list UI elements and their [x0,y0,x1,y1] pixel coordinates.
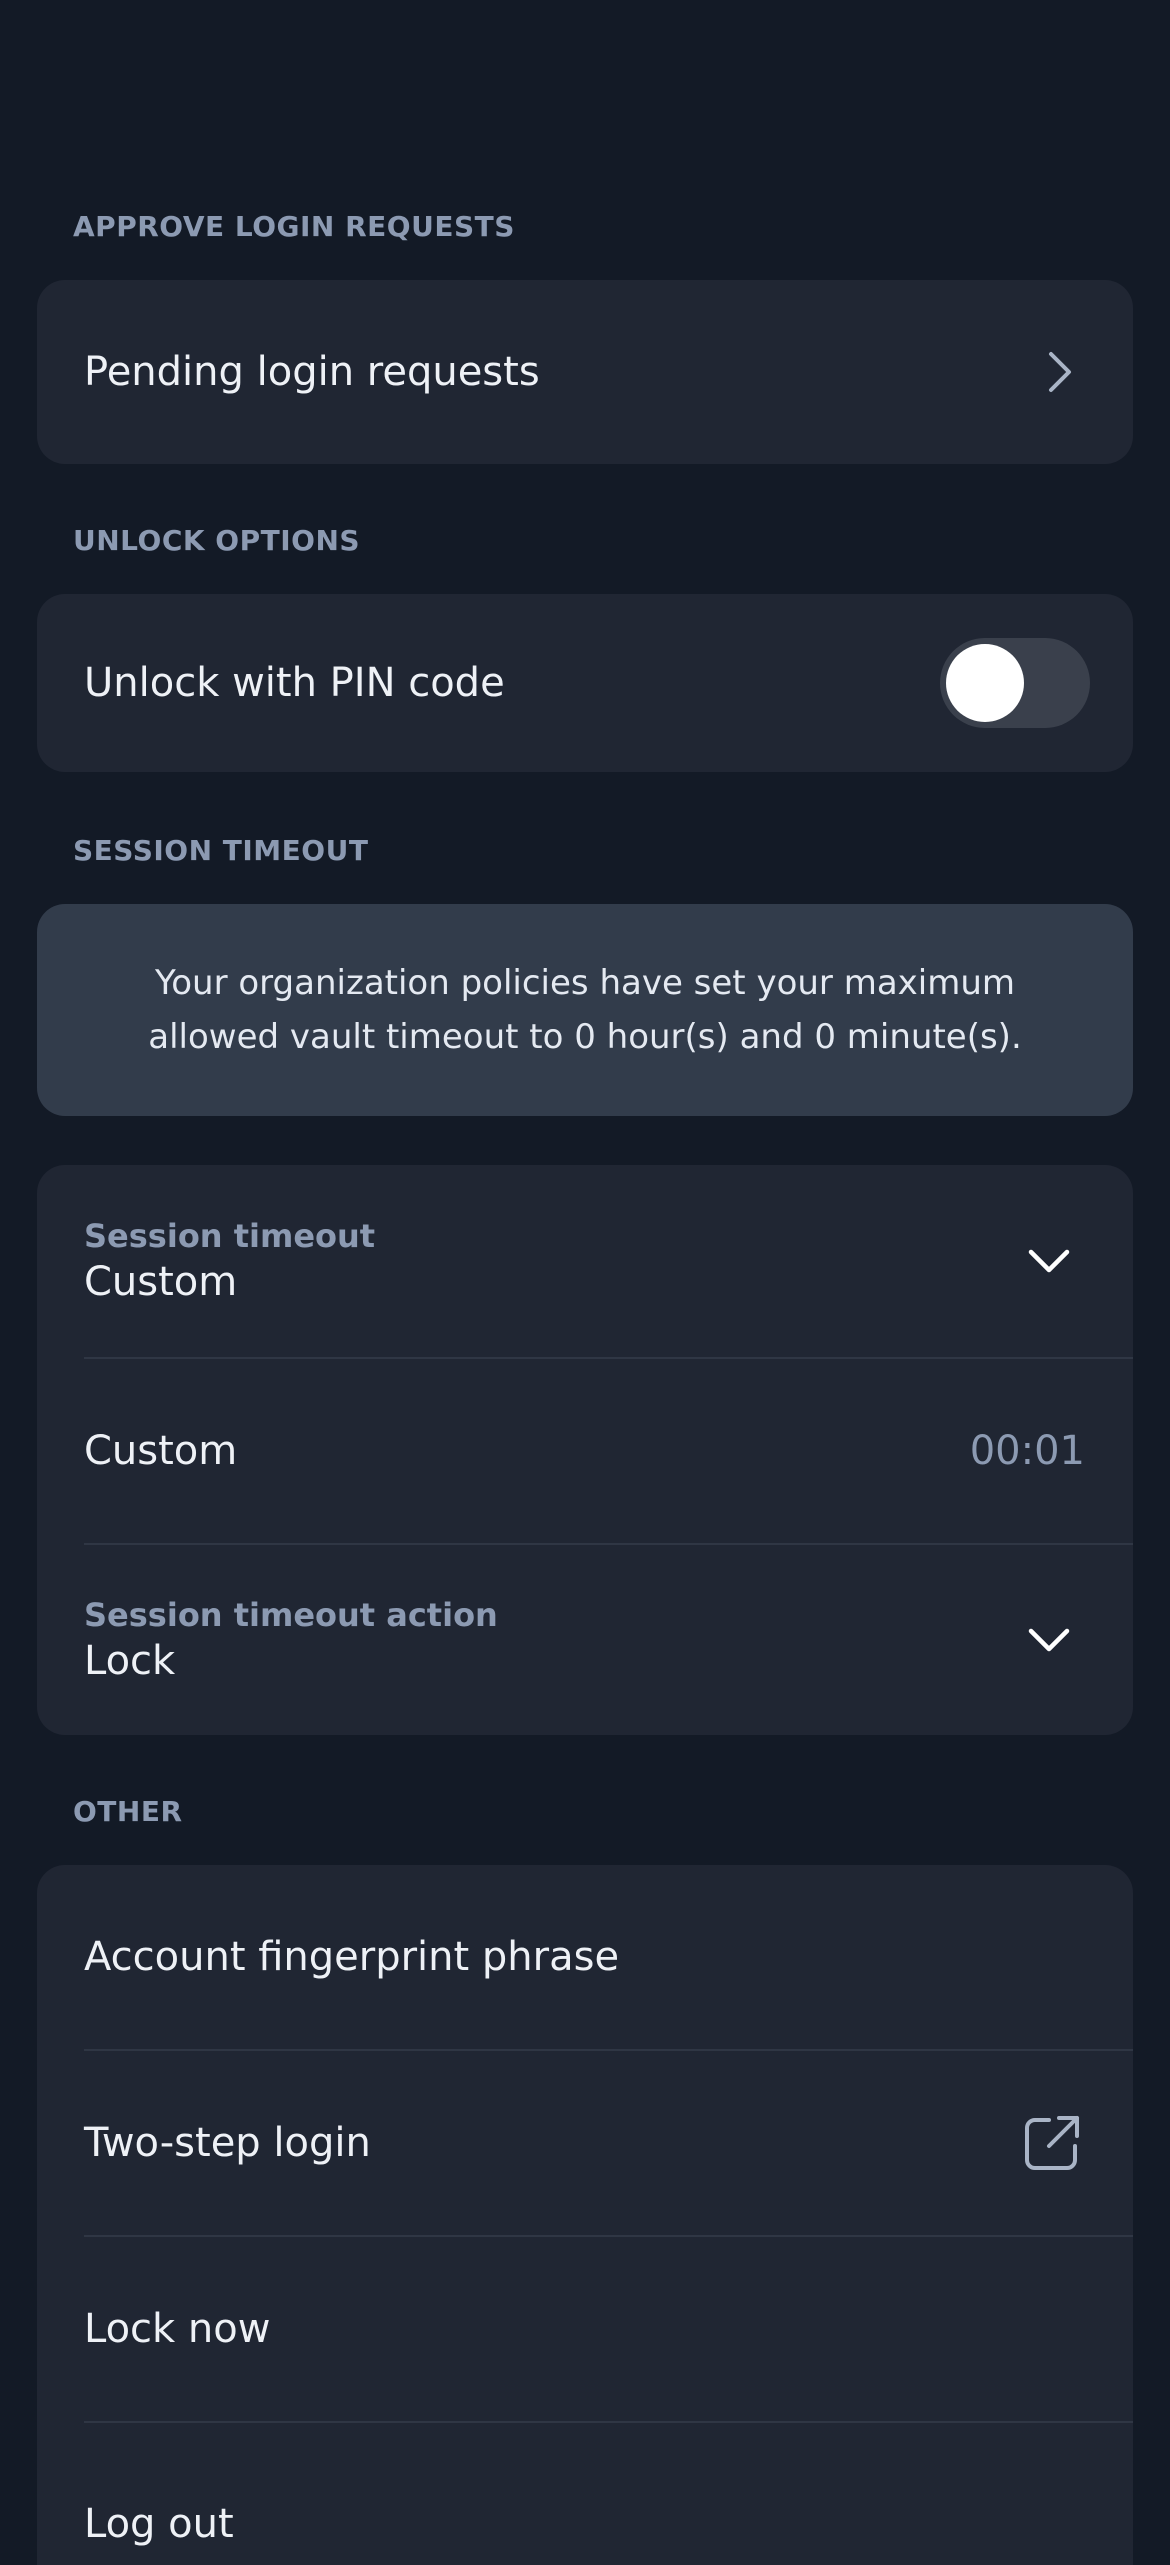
section-title-unlock-options: UNLOCK OPTIONS [73,524,361,557]
unlock-with-pin-toggle[interactable] [940,638,1090,728]
two-step-login-row[interactable]: Two-step login [37,2051,1133,2235]
toggle-knob [946,644,1024,722]
approve-login-requests-card: Pending login requests [37,280,1133,464]
log-out-label: Log out [84,2501,234,2547]
session-timeout-action-select[interactable]: Session timeout action Lock [37,1545,1133,1735]
custom-timeout-label: Custom [84,1428,238,1474]
session-timeout-action-value: Lock [84,1638,176,1684]
section-title-session-timeout: SESSION TIMEOUT [73,834,369,867]
unlock-options-card: Unlock with PIN code [37,594,1133,772]
other-card: Account fingerprint phrase Two-step logi… [37,1865,1133,2565]
section-title-other: OTHER [73,1795,183,1828]
section-title-approve-login-requests: APPROVE LOGIN REQUESTS [73,210,515,243]
unlock-with-pin-row: Unlock with PIN code [37,594,1133,772]
pending-login-requests-row[interactable]: Pending login requests [37,280,1133,464]
account-fingerprint-row[interactable]: Account fingerprint phrase [37,1865,1133,2049]
policy-info-text: Your organization policies have set your… [148,963,1022,1057]
log-out-row[interactable]: Log out [37,2423,1133,2565]
custom-timeout-row[interactable]: Custom 00:01 [37,1359,1133,1543]
chevron-down-icon [1028,1249,1070,1273]
session-timeout-select-value: Custom [84,1259,238,1305]
session-timeout-select-label: Session timeout [84,1217,376,1255]
session-timeout-action-label: Session timeout action [84,1596,498,1634]
chevron-down-icon [1028,1628,1070,1652]
session-timeout-card: Session timeout Custom Custom 00:01 Sess… [37,1165,1133,1735]
chevron-right-icon [1049,352,1071,392]
lock-now-label: Lock now [84,2306,271,2352]
pending-login-requests-label: Pending login requests [84,349,540,395]
unlock-with-pin-label: Unlock with PIN code [84,660,505,706]
session-timeout-select[interactable]: Session timeout Custom [37,1165,1133,1357]
external-link-icon [1025,2116,1079,2170]
account-fingerprint-label: Account fingerprint phrase [84,1934,620,1980]
custom-timeout-value: 00:01 [969,1428,1085,1474]
policy-info-box: Your organization policies have set your… [37,904,1133,1116]
lock-now-row[interactable]: Lock now [37,2237,1133,2421]
two-step-login-label: Two-step login [84,2120,371,2166]
